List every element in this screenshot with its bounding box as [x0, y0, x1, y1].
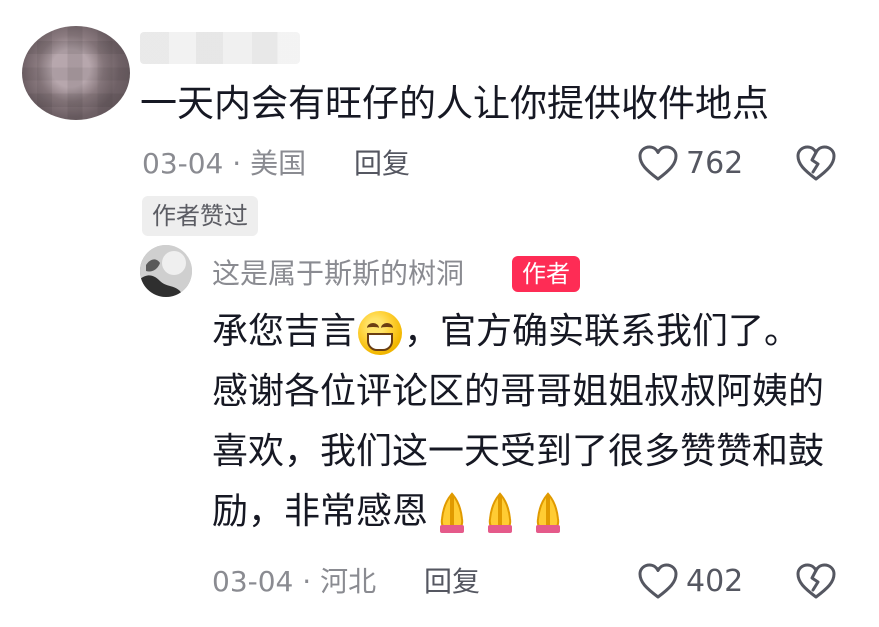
reply-text-part1: 承您吉言 [212, 311, 357, 352]
grin-emoji-icon [358, 311, 403, 355]
comment-date-location: 03-04 · 美国 [142, 147, 307, 180]
commenter-avatar[interactable] [22, 26, 130, 120]
reply-reply-button[interactable]: 回复 [424, 562, 480, 602]
author-liked-badge: 作者赞过 [142, 196, 258, 236]
reply-dislike-button[interactable] [794, 561, 838, 605]
praying-hands-emoji-icon [478, 491, 522, 535]
reply-text: 承您吉言 ，官方确实联系我们了。 感谢各位评论区的哥哥姐姐叔叔阿姨的 喜欢，我们这… [212, 302, 862, 542]
comment-reply-button[interactable]: 回复 [354, 144, 410, 184]
comment-dislike-button[interactable] [794, 143, 838, 187]
heart-outline-icon [638, 145, 678, 181]
heart-outline-icon [638, 563, 678, 599]
avatar-photo-icon [140, 245, 192, 297]
comment-like-count: 762 [686, 146, 744, 181]
broken-heart-icon [796, 145, 836, 181]
broken-heart-icon [796, 563, 836, 599]
replier-username[interactable]: 这是属于斯斯的树洞 [212, 252, 464, 296]
replier-avatar[interactable] [140, 245, 192, 297]
praying-hands-emoji-icon [430, 491, 474, 535]
praying-hands-emoji-icon [526, 491, 570, 535]
commenter-username-blurred[interactable] [140, 32, 300, 64]
comment-like-button[interactable] [636, 143, 680, 187]
author-badge: 作者 [512, 256, 580, 292]
reply-like-count: 402 [686, 564, 744, 599]
reply-like-button[interactable] [636, 561, 680, 605]
comment-text: 一天内会有旺仔的人让你提供收件地点 [140, 82, 769, 125]
reply-date-location: 03-04 · 河北 [212, 565, 377, 598]
